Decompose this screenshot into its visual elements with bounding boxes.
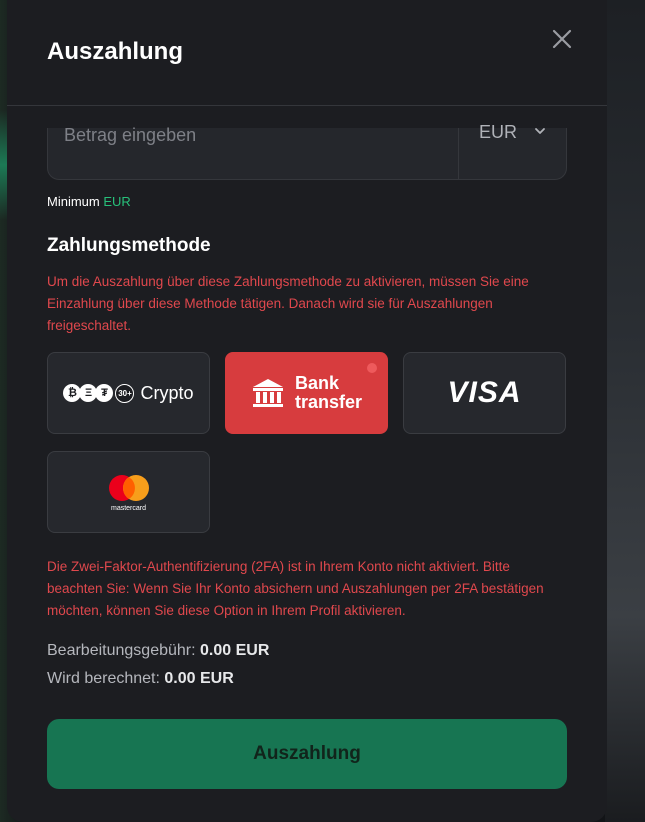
charged-label: Wird berechnet: [47,670,160,687]
method-mastercard[interactable]: mastercard [47,451,210,533]
method-visa[interactable]: VISA [403,352,566,434]
charged-row: Wird berechnet: 0.00 EUR [47,670,567,688]
currency-label: EUR [479,122,518,142]
bank-content: Bank transfer [251,374,362,412]
payment-method-title: Zahlungsmethode [47,235,211,256]
crypto-coins-icon: ₿ Ξ ₮ 30+ [63,383,135,403]
withdraw-button[interactable]: Auszahlung [47,719,567,789]
close-button[interactable] [551,28,573,50]
modal-title: Auszahlung [47,38,183,65]
fee-value: 0.00 EUR [200,642,270,659]
modal-header: Auszahlung [7,0,607,106]
chevron-down-icon [535,128,545,134]
payment-method-warning: Um die Auszahlung über diese Zahlungsmet… [47,274,529,333]
mastercard-icon [108,474,149,501]
backdrop-edge [605,0,645,822]
bank-label: Bank transfer [295,374,362,412]
minimum-currency: EUR [103,194,131,209]
fee-label: Bearbeitungsgebühr: [47,642,196,659]
payment-methods-grid: ₿ Ξ ₮ 30+ Crypto Bank transfer VISA mast… [47,352,567,533]
currency-select[interactable]: EUR [458,122,568,179]
selected-indicator [367,363,377,373]
modal-body: EUR Minimum EUR Zahlungsmethode Um die A… [47,106,567,789]
mastercard-label: mastercard [110,504,146,512]
bank-label-line2: transfer [294,392,363,412]
charged-value: 0.00 EUR [164,670,234,687]
method-crypto-label: Crypto [140,382,194,403]
fee-row: Bearbeitungsgebühr: 0.00 EUR [47,642,567,660]
minimum-text: Minimum EUR [47,194,567,209]
mastercard-logo: mastercard [105,473,153,512]
method-bank-transfer[interactable]: Bank transfer [225,352,388,434]
twofa-warning: Die Zwei-Faktor-Authentifizierung (2FA) … [47,559,544,618]
visa-logo: VISA [447,376,522,409]
crypto-content: ₿ Ξ ₮ 30+ Crypto [63,382,194,404]
minimum-label: Minimum [47,194,100,209]
bank-label-line1: Bank [294,373,339,393]
withdrawal-modal: Auszahlung EUR Minimum EUR Zahlungsmetho… [7,0,607,822]
close-icon [552,29,572,49]
tether-icon: ₮ [95,384,114,402]
bank-icon [252,379,283,407]
more-coins-badge: 30+ [115,383,135,403]
amount-input[interactable] [48,110,458,161]
amount-row: EUR [47,110,568,180]
method-crypto[interactable]: ₿ Ξ ₮ 30+ Crypto [47,352,210,434]
